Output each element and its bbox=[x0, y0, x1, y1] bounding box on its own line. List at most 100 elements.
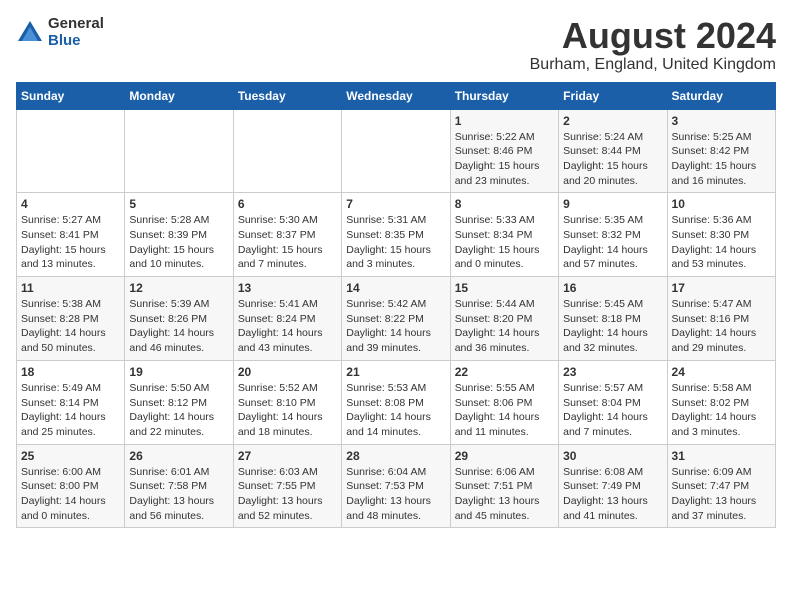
day-number: 23 bbox=[563, 365, 662, 379]
day-detail: Sunrise: 5:28 AM Sunset: 8:39 PM Dayligh… bbox=[129, 213, 228, 272]
day-cell: 29Sunrise: 6:06 AM Sunset: 7:51 PM Dayli… bbox=[450, 444, 558, 528]
day-cell: 27Sunrise: 6:03 AM Sunset: 7:55 PM Dayli… bbox=[233, 444, 341, 528]
day-detail: Sunrise: 5:31 AM Sunset: 8:35 PM Dayligh… bbox=[346, 213, 445, 272]
day-detail: Sunrise: 5:50 AM Sunset: 8:12 PM Dayligh… bbox=[129, 381, 228, 440]
location-subtitle: Burham, England, United Kingdom bbox=[530, 56, 776, 74]
day-cell: 23 Sunrise: 5:57 AM Sunset: 8:04 PM Dayli… bbox=[559, 360, 667, 444]
day-detail: Sunrise: 5:42 AM Sunset: 8:22 PM Dayligh… bbox=[346, 297, 445, 356]
day-number: 11 bbox=[21, 281, 120, 295]
day-cell: 1 Sunrise: 5:22 AM Sunset: 8:46 PM Daylig… bbox=[450, 109, 558, 193]
week-row-3: 11Sunrise: 5:38 AM Sunset: 8:28 PM Dayli… bbox=[17, 277, 776, 361]
day-number: 5 bbox=[129, 197, 228, 211]
day-number: 4 bbox=[21, 197, 120, 211]
week-row-5: 25 Sunrise: 6:00 AM Sunset: 8:00 PM Dayli… bbox=[17, 444, 776, 528]
day-cell: 24Sunrise: 5:58 AM Sunset: 8:02 PM Dayli… bbox=[667, 360, 775, 444]
week-row-2: 4Sunrise: 5:27 AM Sunset: 8:41 PM Daylig… bbox=[17, 193, 776, 277]
day-number: 31 bbox=[672, 449, 771, 463]
header-cell-saturday: Saturday bbox=[667, 82, 775, 109]
day-cell: 20 Sunrise: 5:52 AM Sunset: 8:10 PM Dayli… bbox=[233, 360, 341, 444]
day-detail: Sunrise: 5:55 AM Sunset: 8:06 PM Dayligh… bbox=[455, 381, 554, 440]
day-number: 15 bbox=[455, 281, 554, 295]
day-detail: Sunrise: 5:53 AM Sunset: 8:08 PM Dayligh… bbox=[346, 381, 445, 440]
day-number: 27 bbox=[238, 449, 337, 463]
day-cell: 31 Sunrise: 6:09 AM Sunset: 7:47 PM Dayli… bbox=[667, 444, 775, 528]
day-detail: Sunrise: 6:04 AM Sunset: 7:53 PM Dayligh… bbox=[346, 465, 445, 524]
day-detail: Sunrise: 5:39 AM Sunset: 8:26 PM Dayligh… bbox=[129, 297, 228, 356]
day-cell: 16Sunrise: 5:45 AM Sunset: 8:18 PM Dayli… bbox=[559, 277, 667, 361]
calendar-table: SundayMondayTuesdayWednesdayThursdayFrid… bbox=[16, 82, 776, 529]
calendar-header: SundayMondayTuesdayWednesdayThursdayFrid… bbox=[17, 82, 776, 109]
day-cell: 17 Sunrise: 5:47 AM Sunset: 8:16 PM Dayli… bbox=[667, 277, 775, 361]
page-header: General Blue August 2024 Burham, England… bbox=[16, 16, 776, 74]
day-cell: 25 Sunrise: 6:00 AM Sunset: 8:00 PM Dayli… bbox=[17, 444, 125, 528]
day-detail: Sunrise: 6:09 AM Sunset: 7:47 PM Dayligh… bbox=[672, 465, 771, 524]
day-number: 7 bbox=[346, 197, 445, 211]
day-number: 20 bbox=[238, 365, 337, 379]
day-number: 21 bbox=[346, 365, 445, 379]
day-number: 28 bbox=[346, 449, 445, 463]
day-number: 8 bbox=[455, 197, 554, 211]
day-detail: Sunrise: 5:36 AM Sunset: 8:30 PM Dayligh… bbox=[672, 213, 771, 272]
header-cell-tuesday: Tuesday bbox=[233, 82, 341, 109]
day-number: 16 bbox=[563, 281, 662, 295]
day-detail: Sunrise: 5:24 AM Sunset: 8:44 PM Dayligh… bbox=[563, 130, 662, 189]
week-row-4: 18 Sunrise: 5:49 AM Sunset: 8:14 PM Dayli… bbox=[17, 360, 776, 444]
day-detail: Sunrise: 5:33 AM Sunset: 8:34 PM Dayligh… bbox=[455, 213, 554, 272]
day-number: 10 bbox=[672, 197, 771, 211]
day-number: 17 bbox=[672, 281, 771, 295]
logo-general: General bbox=[48, 16, 104, 33]
day-cell: 28 Sunrise: 6:04 AM Sunset: 7:53 PM Dayli… bbox=[342, 444, 450, 528]
day-detail: Sunrise: 5:49 AM Sunset: 8:14 PM Dayligh… bbox=[21, 381, 120, 440]
header-cell-friday: Friday bbox=[559, 82, 667, 109]
week-row-1: 1 Sunrise: 5:22 AM Sunset: 8:46 PM Daylig… bbox=[17, 109, 776, 193]
day-cell: 21 Sunrise: 5:53 AM Sunset: 8:08 PM Dayli… bbox=[342, 360, 450, 444]
day-number: 3 bbox=[672, 114, 771, 128]
day-number: 13 bbox=[238, 281, 337, 295]
day-detail: Sunrise: 5:25 AM Sunset: 8:42 PM Dayligh… bbox=[672, 130, 771, 189]
day-cell: 8 Sunrise: 5:33 AM Sunset: 8:34 PM Daylig… bbox=[450, 193, 558, 277]
day-cell bbox=[233, 109, 341, 193]
day-cell: 4Sunrise: 5:27 AM Sunset: 8:41 PM Daylig… bbox=[17, 193, 125, 277]
day-cell: 26 Sunrise: 6:01 AM Sunset: 7:58 PM Dayli… bbox=[125, 444, 233, 528]
day-detail: Sunrise: 6:08 AM Sunset: 7:49 PM Dayligh… bbox=[563, 465, 662, 524]
day-number: 25 bbox=[21, 449, 120, 463]
day-number: 2 bbox=[563, 114, 662, 128]
calendar-body: 1 Sunrise: 5:22 AM Sunset: 8:46 PM Daylig… bbox=[17, 109, 776, 528]
day-cell: 19 Sunrise: 5:50 AM Sunset: 8:12 PM Dayli… bbox=[125, 360, 233, 444]
header-cell-sunday: Sunday bbox=[17, 82, 125, 109]
day-detail: Sunrise: 6:06 AM Sunset: 7:51 PM Dayligh… bbox=[455, 465, 554, 524]
day-cell: 3 Sunrise: 5:25 AM Sunset: 8:42 PM Daylig… bbox=[667, 109, 775, 193]
day-cell: 9Sunrise: 5:35 AM Sunset: 8:32 PM Daylig… bbox=[559, 193, 667, 277]
logo-text: General Blue bbox=[48, 16, 104, 49]
day-cell bbox=[17, 109, 125, 193]
header-cell-monday: Monday bbox=[125, 82, 233, 109]
day-number: 24 bbox=[672, 365, 771, 379]
day-cell: 13 Sunrise: 5:41 AM Sunset: 8:24 PM Dayli… bbox=[233, 277, 341, 361]
day-cell: 12 Sunrise: 5:39 AM Sunset: 8:26 PM Dayli… bbox=[125, 277, 233, 361]
day-detail: Sunrise: 5:22 AM Sunset: 8:46 PM Dayligh… bbox=[455, 130, 554, 189]
day-cell: 10 Sunrise: 5:36 AM Sunset: 8:30 PM Dayli… bbox=[667, 193, 775, 277]
month-year-title: August 2024 bbox=[530, 16, 776, 56]
day-detail: Sunrise: 5:52 AM Sunset: 8:10 PM Dayligh… bbox=[238, 381, 337, 440]
day-number: 30 bbox=[563, 449, 662, 463]
day-cell: 6Sunrise: 5:30 AM Sunset: 8:37 PM Daylig… bbox=[233, 193, 341, 277]
day-number: 12 bbox=[129, 281, 228, 295]
day-cell bbox=[125, 109, 233, 193]
day-number: 18 bbox=[21, 365, 120, 379]
day-cell: 30 Sunrise: 6:08 AM Sunset: 7:49 PM Dayli… bbox=[559, 444, 667, 528]
day-detail: Sunrise: 5:47 AM Sunset: 8:16 PM Dayligh… bbox=[672, 297, 771, 356]
day-detail: Sunrise: 5:57 AM Sunset: 8:04 PM Dayligh… bbox=[563, 381, 662, 440]
day-detail: Sunrise: 6:01 AM Sunset: 7:58 PM Dayligh… bbox=[129, 465, 228, 524]
day-number: 26 bbox=[129, 449, 228, 463]
day-cell: 5 Sunrise: 5:28 AM Sunset: 8:39 PM Daylig… bbox=[125, 193, 233, 277]
day-detail: Sunrise: 6:00 AM Sunset: 8:00 PM Dayligh… bbox=[21, 465, 120, 524]
logo: General Blue bbox=[16, 16, 104, 49]
day-cell: 18 Sunrise: 5:49 AM Sunset: 8:14 PM Dayli… bbox=[17, 360, 125, 444]
day-detail: Sunrise: 5:35 AM Sunset: 8:32 PM Dayligh… bbox=[563, 213, 662, 272]
day-cell: 2 Sunrise: 5:24 AM Sunset: 8:44 PM Daylig… bbox=[559, 109, 667, 193]
day-number: 1 bbox=[455, 114, 554, 128]
day-number: 19 bbox=[129, 365, 228, 379]
day-detail: Sunrise: 5:41 AM Sunset: 8:24 PM Dayligh… bbox=[238, 297, 337, 356]
day-number: 22 bbox=[455, 365, 554, 379]
header-cell-thursday: Thursday bbox=[450, 82, 558, 109]
